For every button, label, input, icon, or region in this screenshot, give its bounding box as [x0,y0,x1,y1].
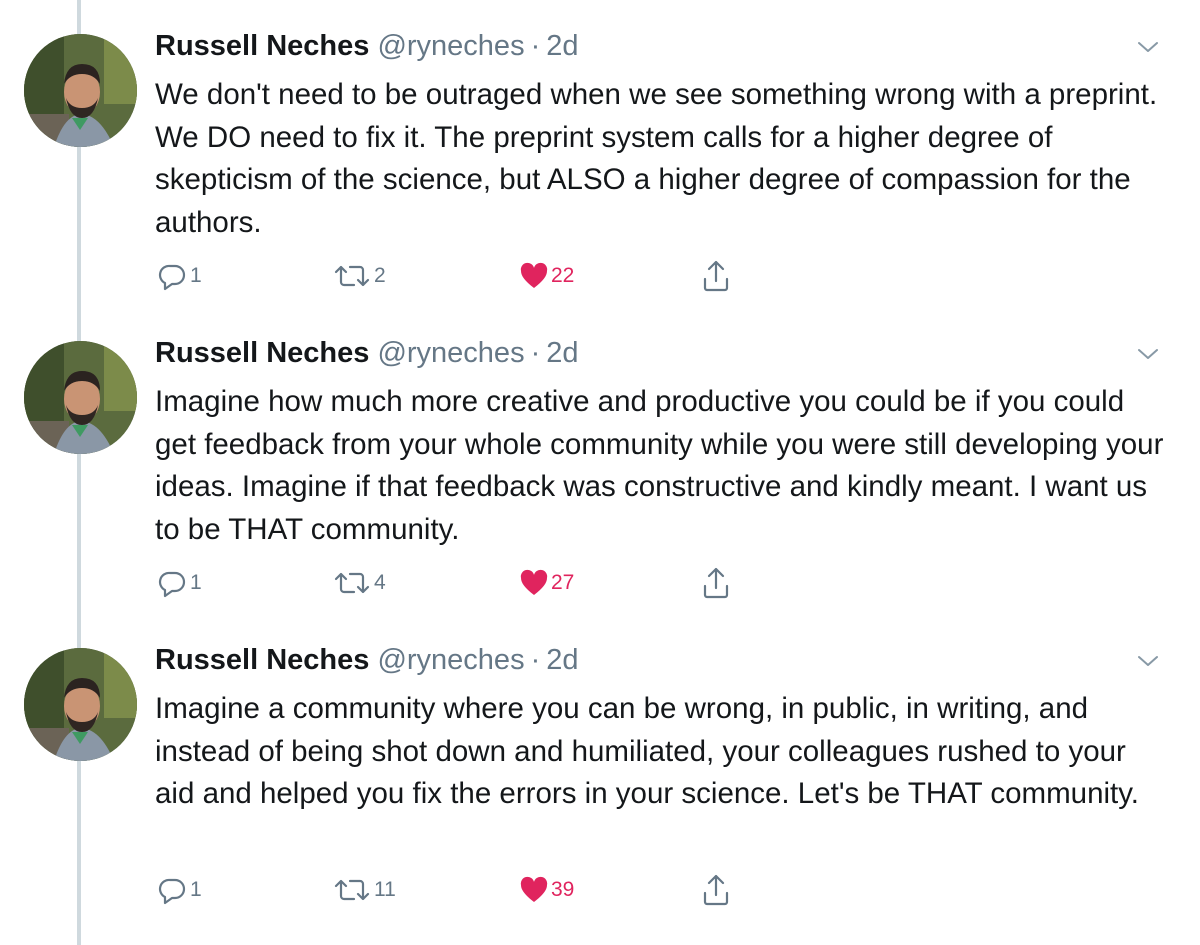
like-count: 39 [551,878,575,901]
tweet-text: We don't need to be outraged when we see… [155,78,1158,239]
like-button[interactable]: 22 [519,258,574,294]
reply-button[interactable]: 1 [158,565,202,601]
tweet-header: Russell Neches @ryneches · 2d [155,335,579,371]
share-icon [703,260,729,292]
author-name[interactable]: Russell Neches [155,644,369,676]
retweet-icon [334,879,370,901]
separator-dot: · [530,30,541,62]
reply-icon [158,571,186,598]
like-count: 27 [551,571,575,594]
reply-count: 1 [190,264,202,287]
reply-button[interactable]: 1 [158,258,202,294]
retweet-button[interactable]: 4 [332,565,386,601]
reply-icon [158,878,186,905]
author-handle[interactable]: @ryneches [377,337,524,369]
retweet-count: 11 [374,878,396,901]
tweet[interactable]: Russell Neches @ryneches · 2d Imagine how … [0,307,1200,613]
retweet-count: 2 [374,264,386,287]
tweet-text: Imagine how much more creative and produ… [155,385,1164,546]
reply-count: 1 [190,878,202,901]
separator-dot: · [530,337,541,369]
chevron-down-icon[interactable] [1134,37,1162,57]
separator-dot: · [530,644,541,676]
heart-icon [520,876,548,902]
author-handle[interactable]: @ryneches [377,30,524,62]
heart-icon [520,262,548,288]
reply-count: 1 [190,571,202,594]
tweet-actions: 1 2 22 [155,258,755,294]
retweet-count: 4 [374,571,386,594]
tweet-header: Russell Neches @ryneches · 2d [155,642,579,678]
author-name[interactable]: Russell Neches [155,337,369,369]
avatar[interactable] [24,34,137,147]
chevron-down-icon[interactable] [1134,651,1162,671]
retweet-button[interactable]: 2 [332,258,386,294]
tweet[interactable]: Russell Neches @ryneches · 2d We don't nee… [0,0,1200,306]
timestamp[interactable]: 2d [546,337,578,369]
like-count: 22 [551,264,575,287]
author-name[interactable]: Russell Neches [155,30,369,62]
like-button[interactable]: 39 [519,872,574,908]
share-icon [703,567,729,599]
retweet-icon [334,265,370,287]
tweet-actions: 1 11 39 [155,872,755,908]
tweet[interactable]: Russell Neches @ryneches · 2d Imagine a co… [0,614,1200,920]
reply-icon [158,264,186,291]
share-button[interactable] [701,872,731,908]
share-button[interactable] [701,565,731,601]
heart-icon [520,569,548,595]
share-icon [703,874,729,906]
tweet-text: Imagine a community where you can be wro… [155,692,1139,810]
timestamp[interactable]: 2d [546,30,578,62]
share-button[interactable] [701,258,731,294]
avatar[interactable] [24,648,137,761]
like-button[interactable]: 27 [519,565,574,601]
tweet-actions: 1 4 27 [155,565,755,601]
author-handle[interactable]: @ryneches [377,644,524,676]
tweet-header: Russell Neches @ryneches · 2d [155,28,579,64]
avatar[interactable] [24,341,137,454]
reply-button[interactable]: 1 [158,872,202,908]
tweet-thread: Russell Neches @ryneches · 2d We don't nee… [0,0,1200,945]
timestamp[interactable]: 2d [546,644,578,676]
retweet-button[interactable]: 11 [332,872,396,908]
retweet-icon [334,572,370,594]
chevron-down-icon[interactable] [1134,344,1162,364]
